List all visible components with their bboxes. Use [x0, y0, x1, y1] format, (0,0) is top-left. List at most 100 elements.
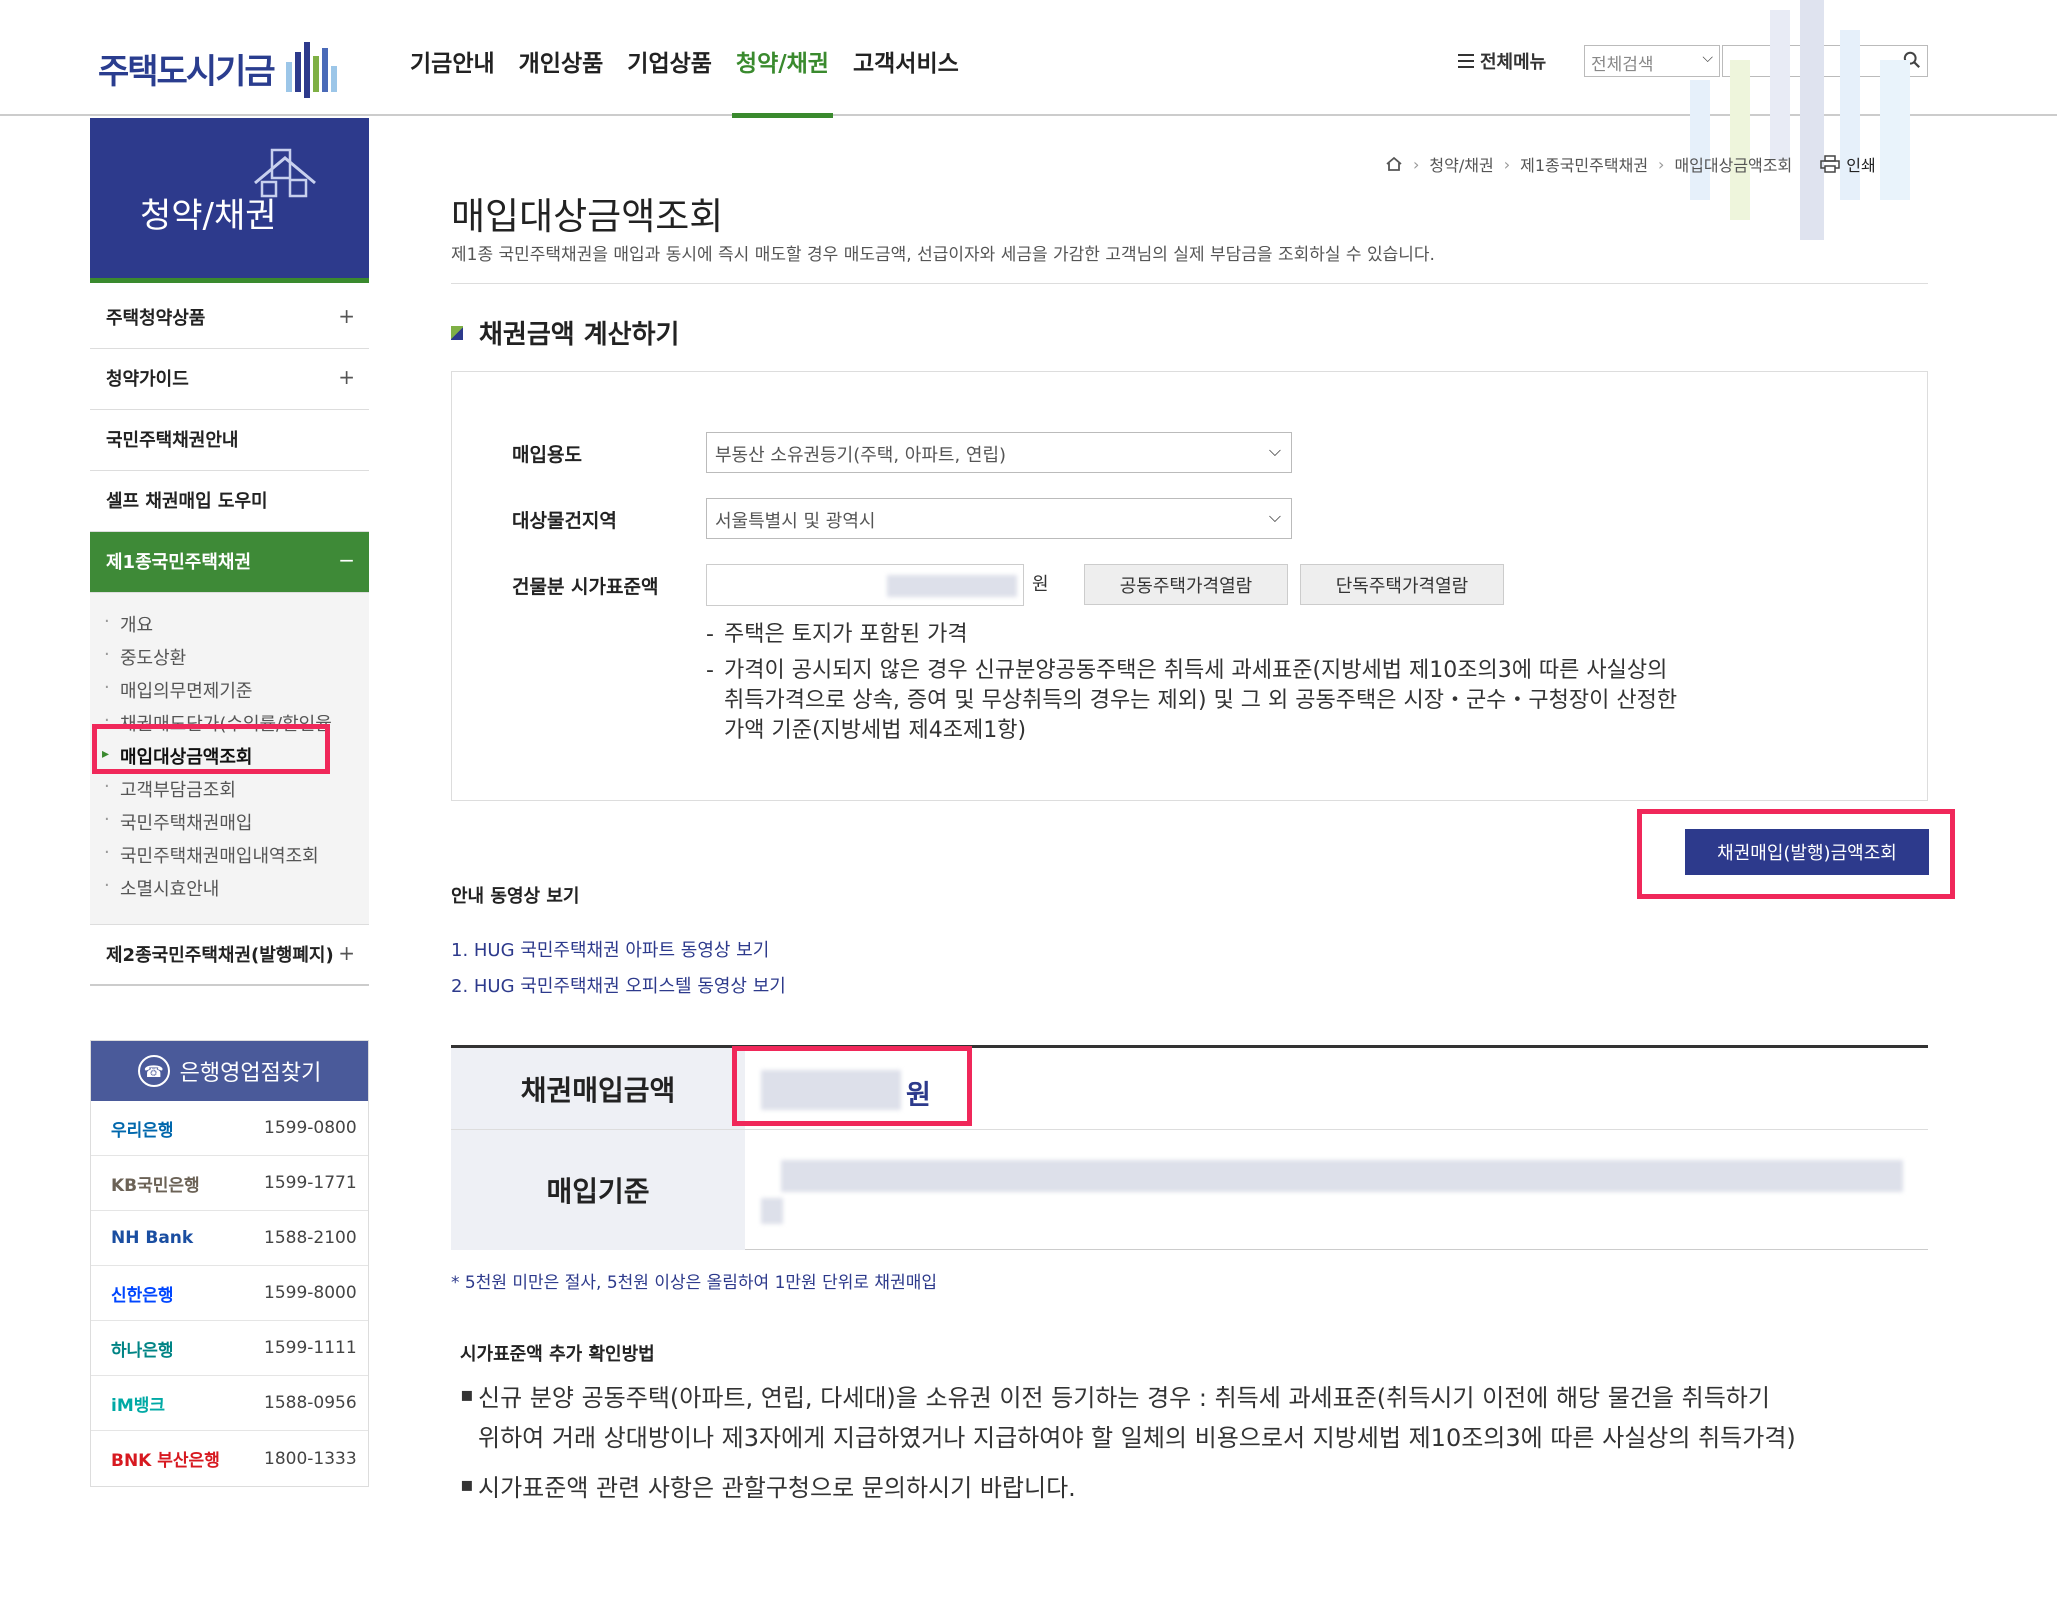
sidebar-item-self-bond-helper[interactable]: 셀프 채권매입 도우미 — [90, 471, 369, 532]
sub-item-purchase-history[interactable]: 국민주택채권매입내역조회 — [90, 842, 369, 875]
section-title-text: 채권금액 계산하기 — [479, 320, 680, 350]
form-note-text: 취득가격으로 상속, 증여 및 무상취득의 경우는 제외) 및 그 외 공동주택… — [724, 688, 1678, 713]
all-menu-button[interactable]: 전체메뉴 — [1458, 48, 1546, 74]
purpose-select[interactable]: 부동산 소유권등기(주택, 아파트, 연립) ⌵ — [706, 432, 1292, 473]
redacted-basis — [761, 1198, 783, 1224]
nav-fund-info[interactable]: 기금안내 — [410, 44, 495, 116]
result-table: 채권매입금액 원 매입기준 — [451, 1045, 1928, 1250]
redacted-value — [887, 575, 1017, 597]
sub-item-overview[interactable]: 개요 — [90, 611, 369, 644]
sidebar-item-second-class-bond[interactable]: 제2종국민주택채권(발행폐지) + — [90, 925, 369, 986]
bank-finder-title: 은행영업점찾기 — [179, 1061, 322, 1086]
result-row-amount: 채권매입금액 원 — [451, 1048, 1928, 1130]
home-icon[interactable] — [1385, 156, 1403, 172]
bank-row[interactable]: BNK 부산은행 1800-1333 — [91, 1431, 368, 1486]
nav-subscription-bonds[interactable]: 청약/채권 — [731, 44, 834, 118]
bank-branch-finder: ☎ 은행영업점찾기 우리은행 1599-0800 KB국민은행 1599-177… — [90, 1040, 369, 1487]
page-title: 매입대상금액조회 — [451, 195, 724, 238]
sidebar-item-subscription-guide[interactable]: 청약가이드 + — [90, 349, 369, 410]
bank-tel: 1599-0800 — [264, 1118, 357, 1138]
logo-bars-icon — [285, 42, 337, 98]
expand-icon[interactable]: + — [338, 941, 355, 965]
sidebar-item-label: 제2종국민주택채권(발행폐지) — [106, 945, 334, 966]
bank-tel: 1599-1771 — [264, 1173, 357, 1193]
price-input[interactable] — [706, 564, 1024, 606]
bank-name: NH Bank — [111, 1228, 194, 1248]
bank-tel: 1800-1333 — [264, 1448, 357, 1469]
form-note-text: 주택은 토지가 포함된 가격 — [724, 622, 968, 647]
form-note-text: 가격이 공시되지 않은 경우 신규분양공동주택은 취득세 과세표준(지방세법 제… — [724, 658, 1668, 683]
extra-info-bullet: ▪ 시가표준액 관련 사항은 관할구청으로 문의하시기 바랍니다. — [460, 1468, 1930, 1508]
collapse-icon[interactable]: − — [338, 548, 355, 572]
amount-label: 채권매입금액 — [451, 1048, 745, 1129]
bank-row[interactable]: 신한은행 1599-8000 — [91, 1266, 368, 1321]
nav-corporate-products[interactable]: 기업상품 — [627, 44, 712, 116]
video-link-officetel[interactable]: 2. HUG 국민주택채권 오피스텔 동영상 보기 — [451, 972, 786, 998]
sidebar-item-label: 셀프 채권매입 도우미 — [106, 491, 268, 512]
site-logo[interactable]: 주택도시기금 — [98, 38, 344, 98]
logo-text: 주택도시기금 — [98, 51, 276, 92]
price-label: 건물분 시가표준액 — [512, 576, 659, 598]
region-select[interactable]: 서울특별시 및 광역시 ⌵ — [706, 498, 1292, 539]
sidebar-item-label: 국민주택채권안내 — [106, 430, 239, 451]
bank-tel: 1599-1111 — [264, 1338, 357, 1358]
hamburger-icon — [1458, 54, 1474, 68]
highlight-box-amount — [732, 1046, 972, 1126]
sidebar-item-label: 청약가이드 — [106, 369, 189, 390]
nav-personal-products[interactable]: 개인상품 — [519, 44, 604, 116]
bank-name: 신한은행 — [111, 1285, 174, 1306]
sidebar-item-label: 제1종국민주택채권 — [106, 552, 252, 573]
bank-row[interactable]: iM뱅크 1588-0956 — [91, 1376, 368, 1431]
all-menu-label: 전체메뉴 — [1480, 52, 1547, 73]
sidebar-banner-title: 청약/채권 — [140, 196, 277, 236]
search-scope-value: 전체검색 — [1591, 55, 1654, 75]
video-section-title: 안내 동영상 보기 — [451, 886, 580, 907]
expand-icon[interactable]: + — [338, 304, 355, 328]
printer-icon — [1820, 155, 1840, 173]
breadcrumb-item[interactable]: 매입대상금액조회 — [1674, 152, 1792, 176]
title-divider — [451, 283, 1928, 284]
breadcrumb-item[interactable]: 제1종국민주택채권 — [1520, 152, 1648, 176]
sub-item-bond-purchase[interactable]: 국민주택채권매입 — [90, 809, 369, 842]
sidebar-item-first-class-bond[interactable]: 제1종국민주택채권 − — [90, 532, 369, 593]
highlight-box-submenu — [92, 724, 330, 774]
bank-name: iM뱅크 — [111, 1395, 166, 1416]
chevron-right-icon: › — [1503, 154, 1511, 174]
bank-name: 우리은행 — [111, 1120, 174, 1141]
form-note: - 주택은 토지가 포함된 가격 — [706, 620, 1886, 650]
bank-row[interactable]: 하나은행 1599-1111 — [91, 1321, 368, 1376]
bank-row[interactable]: NH Bank 1588-2100 — [91, 1211, 368, 1266]
bank-tel: 1588-2100 — [264, 1228, 357, 1248]
phone-icon: ☎ — [137, 1055, 170, 1087]
calculator-form: 매입용도 부동산 소유권등기(주택, 아파트, 연립) ⌵ 대상물건지역 서울특… — [451, 371, 1928, 801]
chevron-down-icon: ⌵ — [1268, 441, 1281, 460]
purpose-label: 매입용도 — [512, 444, 582, 466]
bank-name: 하나은행 — [111, 1340, 174, 1361]
purpose-select-value: 부동산 소유권등기(주택, 아파트, 연립) — [715, 445, 1007, 466]
extra-info-text: 신규 분양 공동주택(아파트, 연립, 다세대)을 소유권 이전 등기하는 경우… — [478, 1384, 1770, 1412]
expand-icon[interactable]: + — [338, 365, 355, 389]
chevron-down-icon: ⌵ — [1268, 507, 1281, 526]
sub-item-prescription-info[interactable]: 소멸시효안내 — [90, 875, 369, 908]
bank-name: KB국민은행 — [111, 1175, 200, 1196]
sub-item-customer-burden-lookup[interactable]: 고객부담금조회 — [90, 776, 369, 809]
bank-finder-header[interactable]: ☎ 은행영업점찾기 — [91, 1041, 368, 1101]
result-row-basis: 매입기준 — [451, 1130, 1928, 1250]
breadcrumb-item[interactable]: 청약/채권 — [1429, 152, 1493, 176]
bank-row[interactable]: KB국민은행 1599-1771 — [91, 1156, 368, 1211]
sidebar-item-bond-info[interactable]: 국민주택채권안내 — [90, 410, 369, 471]
video-link-apartment[interactable]: 1. HUG 국민주택채권 아파트 동영상 보기 — [451, 936, 769, 962]
extra-info-text: 시가표준액 관련 사항은 관할구청으로 문의하시기 바랍니다. — [478, 1474, 1076, 1502]
print-button[interactable]: 인쇄 — [1820, 152, 1876, 176]
extra-info-title: 시가표준액 추가 확인방법 — [460, 1344, 655, 1365]
house-price-button[interactable]: 단독주택가격열람 — [1300, 564, 1504, 605]
bank-row[interactable]: 우리은행 1599-0800 — [91, 1101, 368, 1156]
sub-item-early-repayment[interactable]: 중도상환 — [90, 644, 369, 677]
sub-item-exemption-criteria[interactable]: 매입의무면제기준 — [90, 677, 369, 710]
print-label: 인쇄 — [1846, 156, 1876, 175]
nav-customer-service[interactable]: 고객서비스 — [853, 44, 959, 116]
price-unit: 원 — [1032, 574, 1049, 595]
apt-price-button[interactable]: 공동주택가격열람 — [1084, 564, 1288, 605]
decorative-bars — [1690, 0, 1910, 240]
sidebar-item-housing-subscription[interactable]: 주택청약상품 + — [90, 288, 369, 349]
